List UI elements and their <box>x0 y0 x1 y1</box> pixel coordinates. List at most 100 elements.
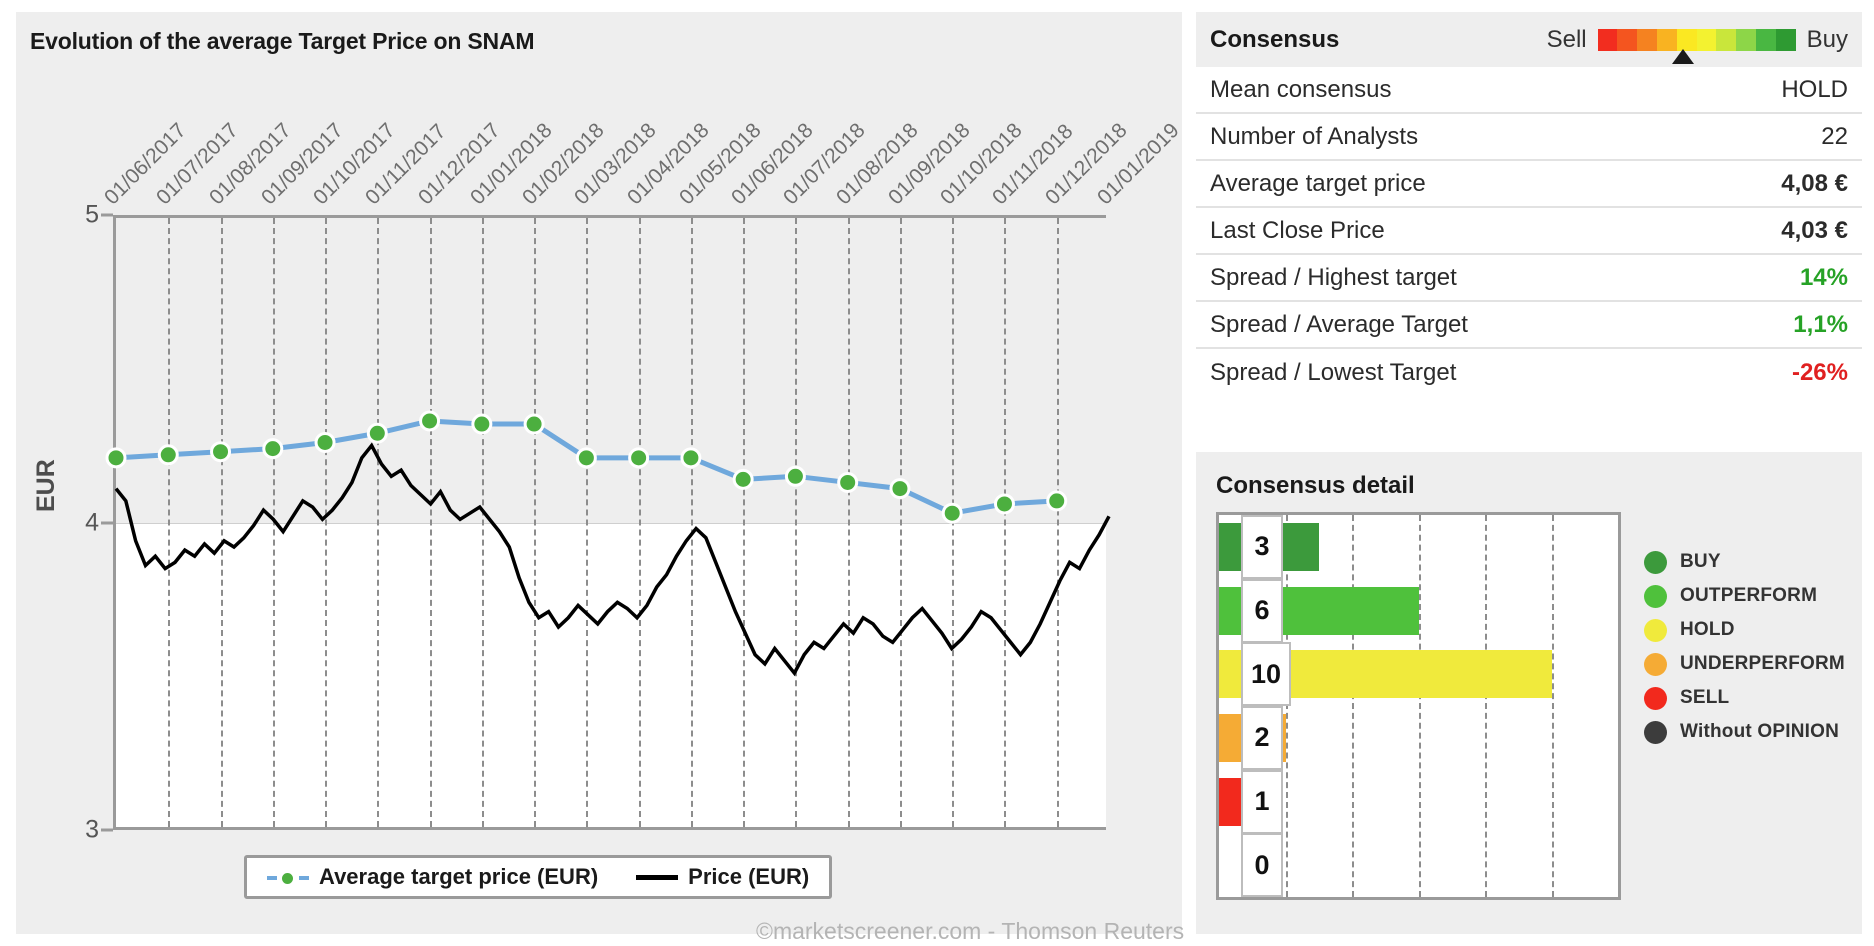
consensus-row-label: Average target price <box>1210 169 1426 197</box>
consensus-detail-panel: Consensus detail 3 6 10 2 1 0 BUY OUTPERFORM HO… <box>1196 452 1862 934</box>
consensus-row-value: 14% <box>1799 263 1848 291</box>
gauge-segment-5 <box>1696 28 1717 51</box>
target-price-marker <box>157 444 179 466</box>
watermark-left: ©marketscreener.com - Thomson Reuters <box>756 918 1185 944</box>
detail-bar-count-badge: 3 <box>1241 514 1283 579</box>
target-price-marker <box>732 468 754 490</box>
target-price-marker <box>993 493 1015 515</box>
gauge-marker-icon <box>1671 48 1694 64</box>
y-axis-tick-mark <box>101 213 113 217</box>
target-price-marker <box>262 438 284 460</box>
target-price-marker <box>837 471 859 493</box>
dashed-line-icon <box>267 870 309 886</box>
consensus-detail-plot: 3 6 10 2 1 0 <box>1216 512 1621 900</box>
target-price-marker <box>105 447 127 469</box>
y-axis-title: EUR <box>32 459 60 512</box>
detail-gridline <box>1485 515 1487 897</box>
consensus-table: Mean consensus HOLD Number of Analysts 22 Av… <box>1196 67 1862 396</box>
target-price-marker <box>680 447 702 469</box>
consensus-title: Consensus <box>1210 25 1340 53</box>
consensus-row: Spread / Average Target 1,1% <box>1196 302 1862 349</box>
x-axis-tick-labels: 01/06/2017 01/07/2017 01/08/2017 01/09/2017… <box>100 82 1184 210</box>
consensus-detail-title: Consensus detail <box>1216 472 1415 499</box>
chart-plot-area <box>105 215 1111 830</box>
target-price-marker <box>784 465 806 487</box>
consensus-row-value: -26% <box>1791 358 1848 386</box>
legend-item-price: Price (EUR) <box>636 864 809 890</box>
gauge-segment-8 <box>1756 28 1776 51</box>
chart-legend: Average target price (EUR) Price (EUR) <box>244 855 833 899</box>
legend-dot-icon <box>1644 686 1667 710</box>
consensus-detail-legend: BUY OUTPERFORM HOLD UNDERPERFORM SELL Without… <box>1644 548 1845 746</box>
detail-gridline <box>1551 515 1554 897</box>
consensus-row-value: 4,08 € <box>1781 169 1848 197</box>
legend-dot-icon <box>1644 550 1667 574</box>
y-axis-tick-label: 4 <box>85 508 99 536</box>
legend-label: Price (EUR) <box>688 864 810 889</box>
gauge-segment-0 <box>1597 28 1618 51</box>
y-axis-tick-mark <box>101 521 113 524</box>
y-axis-tick-label: 5 <box>85 200 99 229</box>
consensus-row-label: Number of Analysts <box>1210 122 1419 150</box>
detail-bar-row: 0 <box>1219 833 1618 898</box>
gauge-segment-3 <box>1657 28 1677 51</box>
gauge-segment-1 <box>1617 28 1638 51</box>
detail-bar-row: 2 <box>1219 705 1618 770</box>
detail-bar-count-badge: 6 <box>1241 578 1283 643</box>
consensus-row: Spread / Highest target 14% <box>1196 255 1862 302</box>
target-price-marker <box>889 478 911 500</box>
detail-legend-label: Without OPINION <box>1680 721 1840 742</box>
legend-dot-icon <box>1644 652 1667 676</box>
detail-bar-count-badge: 2 <box>1241 705 1283 770</box>
detail-legend-label: HOLD <box>1680 619 1735 640</box>
detail-legend-item: BUY <box>1644 548 1845 576</box>
y-axis-tick-label: 3 <box>85 815 99 844</box>
target-price-marker <box>575 447 597 469</box>
gauge-segment-6 <box>1716 28 1737 51</box>
consensus-row-label: Spread / Lowest Target <box>1210 358 1457 386</box>
legend-dot-icon <box>1644 584 1667 608</box>
detail-gridline <box>1418 515 1421 897</box>
detail-legend-item: Without OPINION <box>1644 718 1845 746</box>
consensus-row-label: Spread / Highest target <box>1210 263 1457 291</box>
consensus-row-label: Spread / Average Target <box>1210 310 1468 338</box>
gauge-sell-label: Sell <box>1546 25 1587 53</box>
dashboard-root: Evolution of the average Target Price on… <box>0 0 1874 946</box>
legend-item-average-target-price: Average target price (EUR) <box>267 864 598 890</box>
target-price-marker <box>628 447 650 469</box>
consensus-row-value: 1,1% <box>1793 310 1848 338</box>
detail-bar-row: 1 <box>1219 769 1618 834</box>
detail-bar-row: 10 <box>1219 642 1618 707</box>
legend-label: Average target price (EUR) <box>319 864 599 889</box>
consensus-row: Mean consensus HOLD <box>1196 67 1862 114</box>
detail-legend-label: OUTPERFORM <box>1680 585 1818 606</box>
solid-line-icon <box>636 874 679 880</box>
gauge-buy-label: Buy <box>1806 25 1848 53</box>
target-price-marker <box>366 422 388 444</box>
target-price-marker <box>1046 490 1068 512</box>
detail-bar-count-badge: 0 <box>1241 833 1283 898</box>
consensus-gauge: Sell Buy <box>1547 12 1848 67</box>
page-title: Evolution of the average Target Price on… <box>30 28 535 54</box>
consensus-row: Average target price 4,08 € <box>1196 161 1862 208</box>
consensus-row-value: HOLD <box>1781 75 1848 103</box>
detail-legend-label: UNDERPERFORM <box>1680 653 1845 674</box>
legend-dot-icon <box>1644 720 1667 744</box>
target-price-marker <box>419 410 441 432</box>
target-price-marker <box>471 413 493 435</box>
consensus-row-value: 4,03 € <box>1781 216 1848 244</box>
target-price-chart-panel: Evolution of the average Target Price on… <box>16 12 1184 944</box>
detail-legend-item: OUTPERFORM <box>1644 582 1845 610</box>
consensus-row-label: Last Close Price <box>1210 216 1385 244</box>
gauge-bar <box>1597 28 1796 64</box>
detail-legend-label: SELL <box>1680 687 1730 708</box>
detail-legend-item: UNDERPERFORM <box>1644 650 1845 678</box>
target-price-marker <box>523 413 545 435</box>
chart-series <box>105 410 1111 677</box>
target-price-marker <box>941 502 963 524</box>
gauge-segment-4 <box>1676 28 1697 51</box>
target-price-marker <box>314 431 336 453</box>
gauge-segment-9 <box>1775 28 1796 51</box>
consensus-row-value: 22 <box>1821 122 1848 150</box>
target-price-marker <box>210 441 232 463</box>
